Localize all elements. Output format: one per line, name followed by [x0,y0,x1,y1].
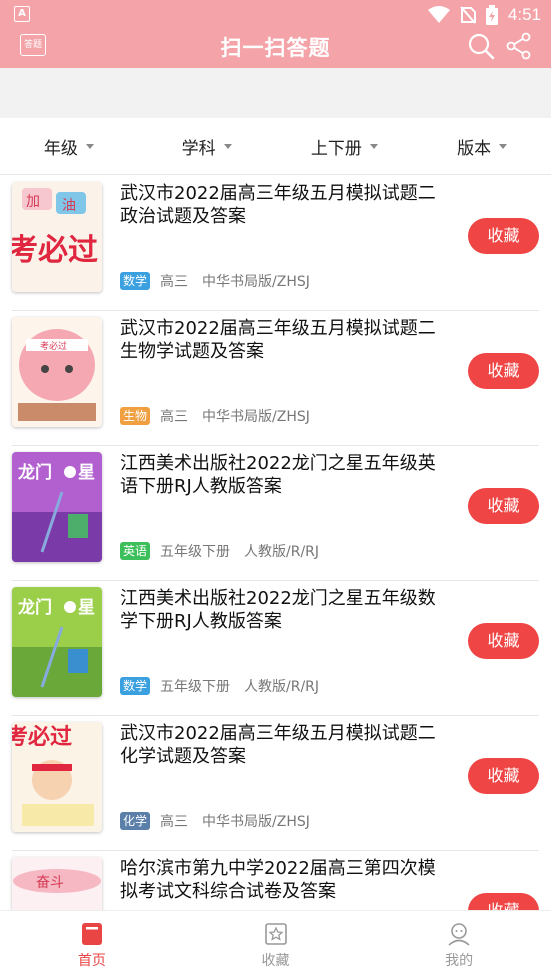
svg-text:星: 星 [78,598,95,618]
app-notification-icon: A [14,6,30,22]
tab-profile[interactable]: 我的 [367,911,551,980]
grade-label: 五年级下册 [160,544,231,560]
filter-label: 版本 [457,138,492,159]
item-title: 武汉市2022届高三年级五月模拟试题二生物学试题及答案 [120,318,436,362]
item-meta: 英语 五年级下册 人教版/R/RJ [120,540,333,562]
edition-label: 中华书局版/ZHSJ [202,274,310,290]
item-meta: 生物 高三 中华书局版/ZHSJ [120,405,324,427]
tab-label: 首页 [77,952,106,969]
item-title: 武汉市2022届高三年级五月模拟试题二化学试题及答案 [120,723,436,767]
svg-text:星: 星 [78,463,95,483]
list-item[interactable]: 考必过 武汉市2022届高三年级五月模拟试题二化学试题及答案 化学 高三 中华书… [12,715,539,851]
svg-text:龙门: 龙门 [17,597,52,618]
favorite-button[interactable]: 收藏 [468,623,539,659]
cover-image: 考必过 [12,722,102,832]
caret-down-icon [369,143,378,149]
share-icon[interactable] [505,32,533,60]
svg-text:考必过: 考必过 [12,233,98,268]
list-item[interactable]: 考必过 武汉市2022届高三年级五月模拟试题二生物学试题及答案 生物 高三 中华… [12,310,539,446]
edition-label: 人教版/R/RJ [244,679,320,695]
caret-down-icon [223,143,232,149]
svg-text:龙门: 龙门 [17,462,52,483]
subject-tag: 数学 [120,677,151,695]
edition-label: 中华书局版/ZHSJ [202,409,310,425]
item-meta: 化学 高三 中华书局版/ZHSJ [120,810,324,832]
filter-grade[interactable]: 年级 [0,118,138,174]
wifi-icon [427,6,450,23]
status-bar: A 4:51 [0,0,551,30]
list-item[interactable]: 加 油考必过 武汉市2022届高三年级五月模拟试题二政治试题及答案 数学 高三 中… [12,175,539,311]
grade-label: 高三 [160,274,189,290]
grade-label: 高三 [160,814,189,830]
cover-image: 考必过 [12,317,102,427]
favorite-button[interactable]: 收藏 [468,353,539,389]
star-icon [264,922,287,945]
banner-placeholder [0,68,551,118]
subject-tag: 英语 [120,542,151,560]
item-title: 武汉市2022届高三年级五月模拟试题二政治试题及答案 [120,183,436,227]
edition-label: 人教版/R/RJ [244,544,320,560]
item-title: 江西美术出版社2022龙门之星五年级数学下册RJ人教版答案 [120,588,436,632]
bottom-tab-bar: 首页 收藏 我的 [0,910,551,980]
subject-tag: 数学 [120,272,151,290]
list-item[interactable]: 奋斗 哈尔滨市第九中学2022届高三第四次模拟考试文科综合试卷及答案 收藏 [12,850,539,910]
favorite-button[interactable]: 收藏 [468,488,539,524]
tab-home[interactable]: 首页 [0,911,184,980]
cover-image: 龙门 星 [12,452,102,562]
list-item[interactable]: 龙门 星 江西美术出版社2022龙门之星五年级英语下册RJ人教版答案 英语 五年级… [12,445,539,581]
grade-label: 高三 [160,409,189,425]
favorite-button[interactable]: 收藏 [468,758,539,794]
item-title: 江西美术出版社2022龙门之星五年级英语下册RJ人教版答案 [120,453,436,497]
list-item[interactable]: 龙门 星 江西美术出版社2022龙门之星五年级数学下册RJ人教版答案 数学 五年级… [12,580,539,716]
svg-text:加: 加 [26,194,40,210]
grade-label: 五年级下册 [160,679,231,695]
user-icon [448,922,470,946]
tab-label: 收藏 [261,952,290,969]
filter-label: 年级 [43,138,78,159]
no-signal-icon [460,6,476,24]
cover-image: 龙门 星 [12,587,102,697]
battery-icon [485,5,498,25]
svg-text:考必过: 考必过 [40,340,67,352]
tab-label: 我的 [445,952,474,969]
filter-volume[interactable]: 上下册 [276,118,414,174]
book-icon [81,922,102,945]
status-time: 4:51 [507,5,541,24]
cover-image: 加 油考必过 [12,182,102,292]
filter-label: 学科 [181,138,216,159]
filter-edition[interactable]: 版本 [413,118,551,174]
filter-label: 上下册 [310,138,362,159]
edition-label: 中华书局版/ZHSJ [202,814,310,830]
item-meta: 数学 高三 中华书局版/ZHSJ [120,270,324,292]
subject-tag: 生物 [120,407,151,425]
tab-favorites[interactable]: 收藏 [184,911,368,980]
svg-text:奋斗: 奋斗 [36,875,64,891]
favorite-button[interactable]: 收藏 [468,893,539,910]
caret-down-icon [85,143,94,149]
favorite-button[interactable]: 收藏 [468,218,539,254]
caret-down-icon [499,143,508,149]
subject-tag: 化学 [120,812,151,830]
item-meta: 数学 五年级下册 人教版/R/RJ [120,675,333,697]
item-title: 哈尔滨市第九中学2022届高三第四次模拟考试文科综合试卷及答案 [120,858,436,902]
svg-text:考必过: 考必过 [12,724,72,750]
answer-list: 加 油考必过 武汉市2022届高三年级五月模拟试题二政治试题及答案 数学 高三 中… [0,175,551,910]
filter-subject[interactable]: 学科 [138,118,276,174]
search-icon[interactable] [467,32,495,60]
cover-image: 奋斗 [12,857,102,910]
app-header: 答题 扫一扫答题 [0,30,551,68]
status-icons: 4:51 [427,3,541,27]
filter-bar: 年级 学科 上下册 版本 [0,118,551,175]
svg-text:油: 油 [62,198,76,214]
